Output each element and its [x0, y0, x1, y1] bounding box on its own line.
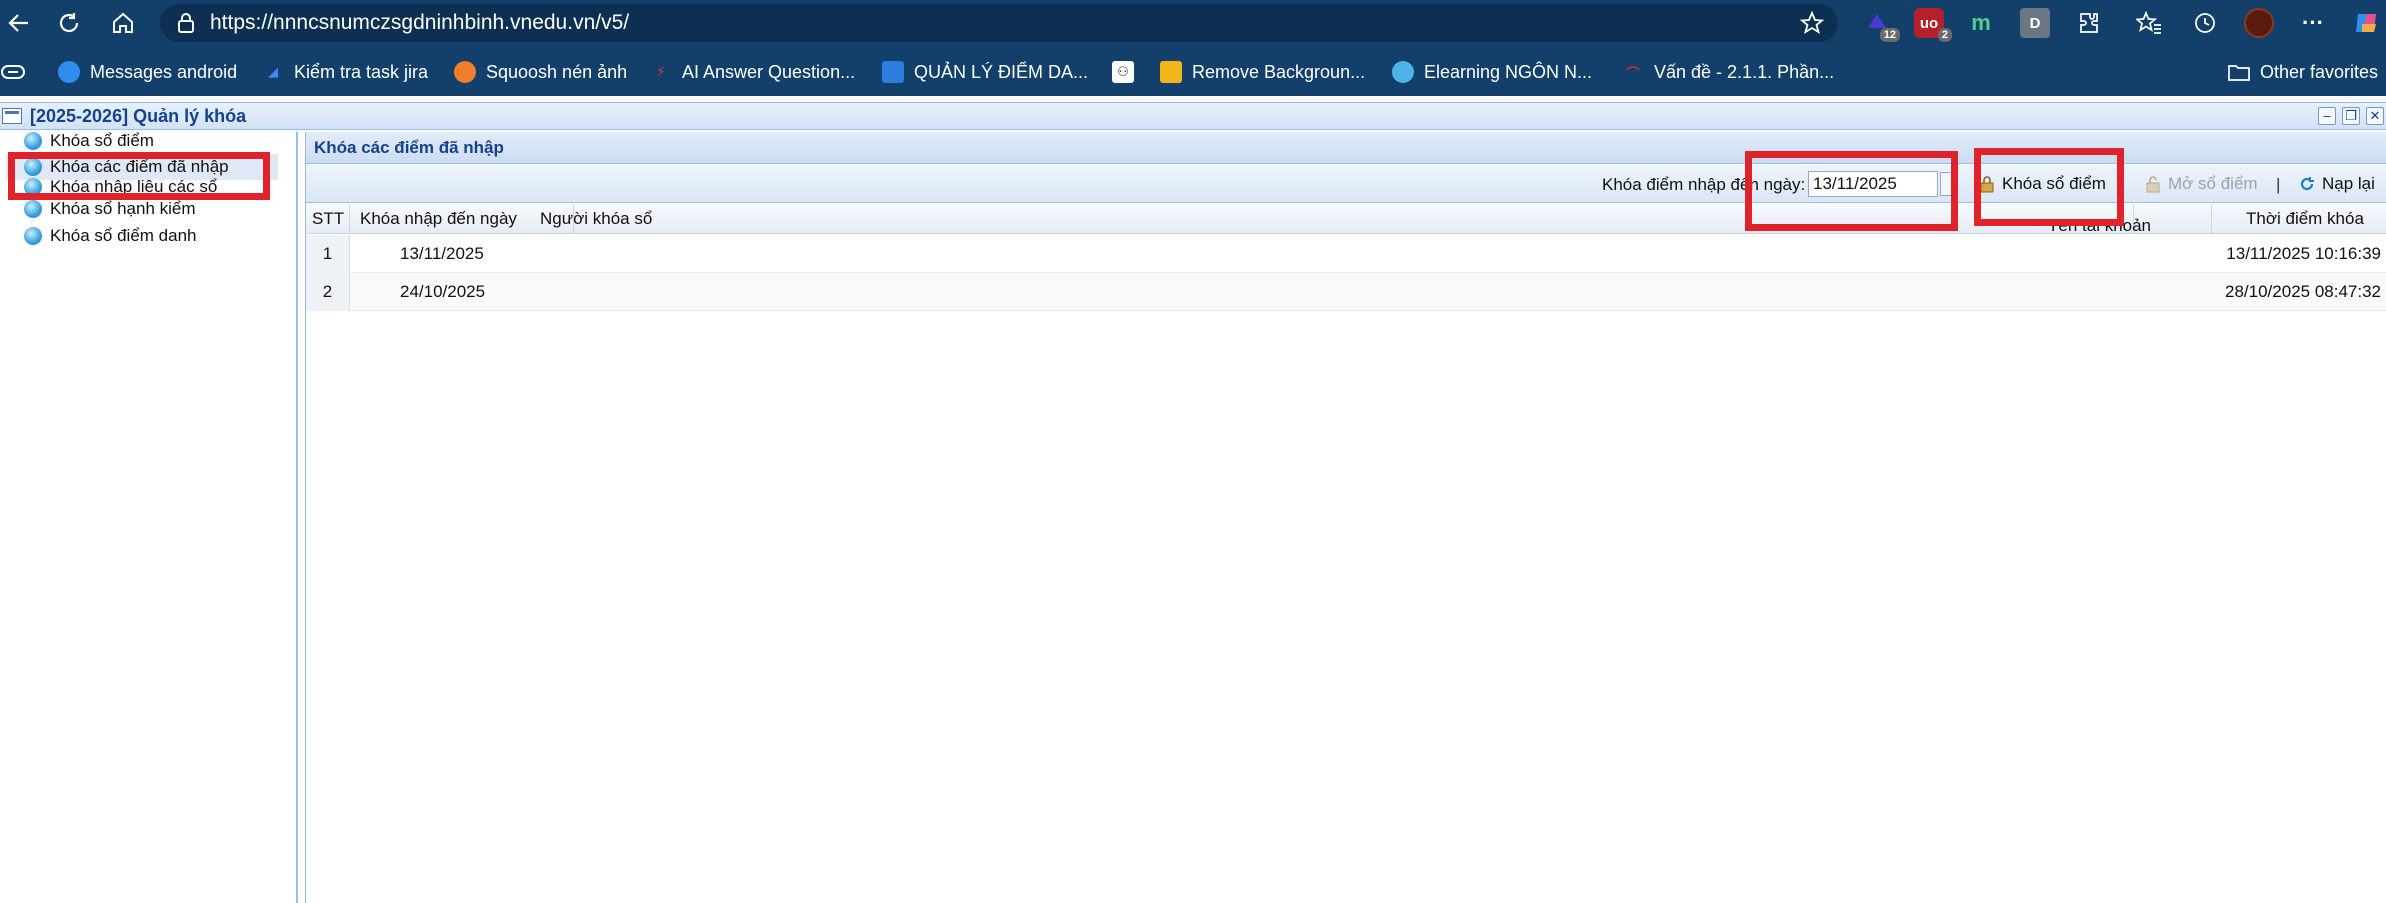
- browser-chrome: https://nnncsnumczsgdninhbinh.vnedu.vn/v…: [0, 0, 2386, 96]
- app-title-bar: [2025-2026] Quản lý khóa – ❐ ✕: [0, 102, 2386, 130]
- issue-icon: ⌒: [1626, 65, 1640, 81]
- content-panel: Khóa các điểm đã nhập Khóa điểm nhập đến…: [305, 132, 2386, 903]
- panel-title: Khóa các điểm đã nhập: [314, 138, 504, 157]
- table-row[interactable]: 2 24/10/2025 28/10/2025 08:47:32: [306, 273, 2386, 311]
- tree-item-label: Khóa sổ hạnh kiểm: [50, 199, 196, 218]
- ublock-label: uo: [1919, 14, 1939, 32]
- bookmark-label: Vấn đề - 2.1.1. Phần...: [1654, 61, 1835, 82]
- bookmark-label: Elearning NGÔN N...: [1424, 61, 1593, 82]
- bookmark-label: AI Answer Question...: [682, 61, 856, 82]
- bookmark-squoosh[interactable]: Squoosh nén ảnh: [454, 56, 627, 88]
- people-icon: ⚇: [1112, 61, 1134, 83]
- reload-icon: [2300, 177, 2314, 191]
- messages-icon: [58, 61, 80, 83]
- more-menu-icon[interactable]: ···: [2298, 8, 2328, 38]
- lock-date-cell: 24/10/2025: [400, 282, 486, 301]
- ai-icon: ⚡: [656, 64, 666, 79]
- favorites-icon[interactable]: [2134, 8, 2164, 38]
- lock-menu-tree: Khóa sổ điểm Khóa các điểm đã nhập Khóa …: [0, 130, 298, 903]
- highlight-box-lock-button: [1974, 148, 2124, 226]
- back-arrow-icon: [8, 14, 28, 32]
- navigation-bar: https://nnncsnumczsgdninhbinh.vnedu.vn/v…: [0, 0, 2386, 45]
- favorite-star-icon[interactable]: [1799, 10, 1825, 35]
- lock-time-cell: 28/10/2025 08:47:32: [2225, 282, 2381, 301]
- unlock-button-label: Mở sổ điểm: [2168, 174, 2258, 193]
- extension-m-icon[interactable]: m: [1966, 8, 1996, 38]
- bookmark-people[interactable]: ⚇: [1112, 56, 1144, 88]
- bookmark-ai-answer[interactable]: ⚡ AI Answer Question...: [650, 56, 855, 88]
- unlock-icon: [2146, 176, 2160, 193]
- other-favorites[interactable]: Other favorites: [2228, 56, 2378, 88]
- bookmark-label: QUẢN LÝ ĐIỂM DA...: [914, 61, 1089, 82]
- extension-1-icon[interactable]: 12: [1862, 8, 1900, 42]
- tree-item-khoa-so-diem[interactable]: Khóa sổ điểm: [24, 130, 154, 152]
- bookmark-quan-ly-diem[interactable]: QUẢN LÝ ĐIỂM DA...: [882, 56, 1088, 88]
- elearning-icon: [1392, 61, 1414, 83]
- reload-button-label: Nạp lại: [2322, 174, 2375, 193]
- tree-item-khoa-so-diem-danh[interactable]: Khóa sổ điểm danh: [24, 223, 197, 249]
- app-title: [2025-2026] Quản lý khóa: [30, 106, 247, 126]
- home-button[interactable]: [106, 6, 140, 40]
- globe-icon: [24, 227, 42, 245]
- jira-icon: ◢: [268, 64, 278, 79]
- refresh-button[interactable]: [52, 6, 86, 40]
- extension-m-label: m: [1971, 10, 1991, 35]
- history-icon[interactable]: [2190, 8, 2220, 38]
- copilot-icon[interactable]: [2352, 8, 2382, 38]
- bookmark-label: Kiểm tra task jira: [294, 61, 429, 82]
- lock-date-cell: 13/11/2025: [400, 244, 484, 263]
- lock-icon: [174, 11, 198, 35]
- back-button[interactable]: [2, 6, 36, 40]
- extensions-puzzle-icon[interactable]: [2074, 8, 2104, 38]
- minimize-icon[interactable]: –: [2318, 107, 2336, 125]
- table-row[interactable]: 1 13/11/2025 13/11/2025 10:16:39: [306, 235, 2386, 273]
- bookmarks-bar: Messages android ◢ Kiểm tra task jira Sq…: [0, 56, 2386, 88]
- other-favorites-label: Other favorites: [2260, 61, 2379, 82]
- document-icon: [882, 61, 904, 83]
- extension-badge: 12: [1879, 28, 1900, 42]
- restore-icon[interactable]: ❐: [2342, 107, 2360, 125]
- window-icon: [2, 108, 22, 124]
- bookmark-van-de[interactable]: ⌒ Vấn đề - 2.1.1. Phần...: [1622, 56, 1834, 88]
- bookmark-elearning[interactable]: Elearning NGÔN N...: [1392, 56, 1592, 88]
- close-icon[interactable]: ✕: [2366, 107, 2384, 125]
- bookmark-label: Remove Backgroun...: [1192, 61, 1366, 82]
- globe-icon: [24, 200, 42, 218]
- address-bar[interactable]: https://nnncsnumczsgdninhbinh.vnedu.vn/v…: [160, 4, 1838, 42]
- home-icon: [113, 12, 133, 33]
- highlight-box-tree-item: [8, 152, 270, 200]
- highlight-box-date: [1745, 151, 1958, 231]
- folder-icon: [2228, 61, 2250, 83]
- profile-avatar[interactable]: [2244, 8, 2274, 38]
- tree-item-label: Khóa sổ điểm danh: [50, 226, 197, 245]
- url-text: https://nnncsnumczsgdninhbinh.vnedu.vn/v…: [210, 11, 630, 34]
- extension-d-label: D: [2029, 14, 2041, 32]
- row-number: 2: [306, 273, 350, 311]
- column-header-stt[interactable]: STT: [306, 204, 350, 234]
- reading-view-icon[interactable]: [0, 56, 26, 88]
- column-header-lock-time[interactable]: Thời điểm khóa: [2210, 204, 2386, 234]
- globe-icon: [24, 132, 42, 150]
- squoosh-icon: [454, 61, 476, 83]
- bookmark-messages-android[interactable]: Messages android: [58, 56, 237, 88]
- bookmark-label: Messages android: [90, 61, 238, 82]
- row-number: 1: [306, 235, 350, 273]
- bookmark-jira[interactable]: ◢ Kiểm tra task jira: [262, 56, 428, 88]
- refresh-icon: [59, 13, 79, 33]
- extension-badge: 2: [1937, 28, 1952, 42]
- tree-item-label: Khóa sổ điểm: [50, 131, 154, 150]
- ublock-icon[interactable]: uo 2: [1914, 8, 1952, 42]
- lock-time-cell: 13/11/2025 10:16:39: [2226, 244, 2381, 263]
- bookmark-label: Squoosh nén ảnh: [486, 61, 628, 82]
- toolbar-separator: |: [2276, 175, 2281, 194]
- reload-button[interactable]: Nạp lại: [2298, 171, 2375, 197]
- remove-bg-icon: [1160, 61, 1182, 83]
- bookmark-remove-background[interactable]: Remove Backgroun...: [1160, 56, 1365, 88]
- extension-d-icon[interactable]: D: [2020, 8, 2050, 38]
- unlock-score-book-button[interactable]: Mở sổ điểm: [2144, 171, 2258, 197]
